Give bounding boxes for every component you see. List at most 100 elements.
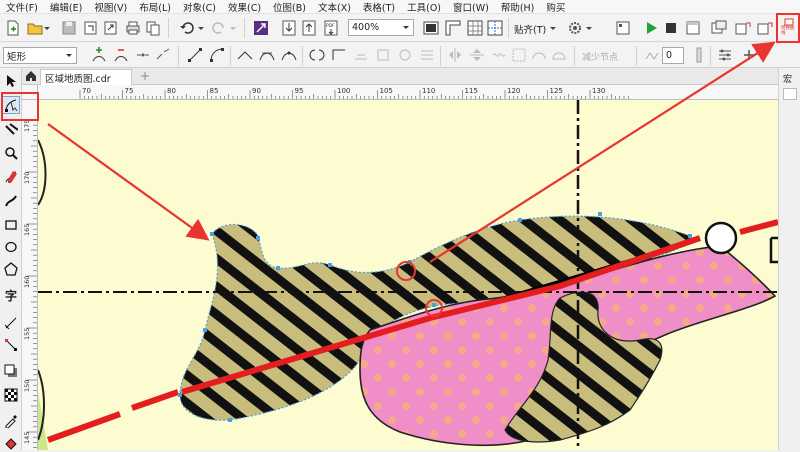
transparency-tool-icon[interactable]: [2, 386, 20, 404]
select-all-nodes-icon[interactable]: [510, 46, 528, 64]
full-screen-preview-icon[interactable]: [422, 19, 440, 37]
extract-subpath-icon[interactable]: [352, 46, 370, 64]
menu-item[interactable]: 文本(X): [318, 0, 351, 14]
smooth-node-icon[interactable]: [258, 46, 276, 64]
map-drawing[interactable]: [38, 100, 778, 450]
show-grid-icon[interactable]: [466, 19, 484, 37]
eyedropper-tool-icon[interactable]: [2, 412, 20, 430]
stop-macro-icon[interactable]: [662, 19, 680, 37]
print-icon[interactable]: [124, 19, 142, 37]
menu-item[interactable]: 窗口(W): [453, 0, 489, 14]
document-tab[interactable]: 区域地质图.cdr: [40, 69, 132, 85]
export-page-icon[interactable]: [300, 19, 318, 37]
object-type-select[interactable]: 矩形: [3, 47, 77, 64]
symmetrical-node-icon[interactable]: [280, 46, 298, 64]
window-restore-icon[interactable]: [734, 19, 752, 37]
node-smoothness-input[interactable]: 0: [662, 47, 684, 64]
shape-tool-icon[interactable]: [2, 96, 20, 114]
horizontal-ruler[interactable]: 70 75 80 85 90 95 100 105 110 115 120 125 130: [38, 85, 778, 100]
text-tool-icon[interactable]: 字: [2, 286, 20, 304]
auto-close-icon[interactable]: [550, 46, 568, 64]
add-property-icon[interactable]: [740, 46, 758, 64]
export-icon[interactable]: [102, 19, 120, 37]
ruler-origin[interactable]: [22, 85, 38, 100]
publish-pdf-icon[interactable]: PDF: [322, 19, 340, 37]
node-options-icon[interactable]: [716, 46, 734, 64]
drop-shadow-tool-icon[interactable]: [2, 362, 20, 380]
extend-curve-icon[interactable]: [330, 46, 348, 64]
rectangle-tool-icon[interactable]: [2, 216, 20, 234]
join-nodes-icon[interactable]: [134, 46, 152, 64]
show-guidelines-icon[interactable]: [486, 19, 504, 37]
close-curve-icon[interactable]: [530, 46, 548, 64]
snap-dropdown-icon[interactable]: [548, 19, 558, 37]
add-node-icon[interactable]: [90, 46, 108, 64]
align-nodes-icon[interactable]: [418, 46, 436, 64]
copy-icon[interactable]: [144, 19, 162, 37]
menu-item[interactable]: 布局(L): [139, 0, 171, 14]
stretch-nodes-icon[interactable]: [374, 46, 392, 64]
menu-item[interactable]: 编辑(E): [50, 0, 82, 14]
rotate-nodes-icon[interactable]: [396, 46, 414, 64]
import-page-icon[interactable]: [280, 19, 298, 37]
convert-to-line-icon[interactable]: [186, 46, 204, 64]
ellipse-tool-icon[interactable]: [2, 238, 20, 256]
crop-tool-icon[interactable]: [2, 120, 20, 138]
open-dropdown-icon[interactable]: [42, 19, 52, 37]
zoom-level-value: 400%: [352, 22, 380, 33]
artistic-media-tool-icon[interactable]: [2, 192, 20, 210]
docker-tab-icon[interactable]: [783, 88, 797, 100]
mirror-horizontal-icon[interactable]: [446, 46, 464, 64]
options-dropdown-icon[interactable]: [584, 19, 594, 37]
polygon-tool-icon[interactable]: [2, 260, 20, 278]
application-launcher-icon[interactable]: [614, 19, 632, 37]
undo-dropdown-icon[interactable]: [196, 19, 206, 37]
elastic-mode-icon[interactable]: [490, 46, 508, 64]
corel-connect-icon[interactable]: [252, 19, 270, 37]
reduce-nodes-button[interactable]: 减少节点: [582, 50, 618, 63]
menu-item[interactable]: 购买: [546, 0, 565, 14]
import-icon[interactable]: [82, 19, 100, 37]
window-layout-icon[interactable]: [710, 19, 728, 37]
home-icon[interactable]: [25, 70, 37, 85]
freehand-tool-icon[interactable]: [2, 168, 20, 186]
smoothness-slider-icon[interactable]: [690, 46, 708, 64]
menu-item[interactable]: 帮助(H): [501, 0, 535, 14]
break-curve-icon[interactable]: [154, 46, 172, 64]
reverse-direction-icon[interactable]: [308, 46, 326, 64]
vertical-ruler[interactable]: 175 170 165 160 155 150 145: [22, 100, 38, 450]
undo-icon[interactable]: [178, 19, 196, 37]
menu-item[interactable]: 视图(V): [94, 0, 127, 14]
redo-icon[interactable]: [210, 19, 228, 37]
menu-item[interactable]: 工具(O): [407, 0, 441, 14]
mirror-vertical-icon[interactable]: [468, 46, 486, 64]
convert-to-curves-button[interactable]: 转换曲线: [781, 17, 797, 37]
macro-editor-icon[interactable]: [684, 19, 702, 37]
run-macro-icon[interactable]: [642, 19, 660, 37]
convert-to-curve-icon[interactable]: [208, 46, 226, 64]
curve-smoothness-icon[interactable]: [644, 46, 662, 64]
pick-tool-icon[interactable]: [2, 72, 20, 90]
save-icon[interactable]: [60, 19, 78, 37]
docker-panel-label[interactable]: 宏: [783, 72, 792, 85]
menu-item[interactable]: 表格(T): [363, 0, 395, 14]
cusp-node-icon[interactable]: [236, 46, 254, 64]
snap-to-label[interactable]: 贴齐(T): [514, 22, 546, 36]
options-gear-icon[interactable]: [566, 19, 584, 37]
drawing-canvas[interactable]: [38, 100, 778, 450]
zoom-tool-icon[interactable]: [2, 144, 20, 162]
window-tile-icon[interactable]: [756, 19, 774, 37]
add-document-tab-button[interactable]: +: [138, 69, 152, 83]
delete-node-icon[interactable]: [112, 46, 130, 64]
menu-item[interactable]: 位图(B): [273, 0, 306, 14]
menu-item[interactable]: 对象(C): [183, 0, 216, 14]
connector-tool-icon[interactable]: [2, 336, 20, 354]
menu-item[interactable]: 文件(F): [6, 0, 38, 14]
show-rulers-icon[interactable]: [444, 19, 462, 37]
interactive-fill-tool-icon[interactable]: [2, 434, 20, 452]
redo-dropdown-icon[interactable]: [228, 19, 238, 37]
zoom-level-select[interactable]: 400%: [348, 19, 414, 36]
parallel-dimension-tool-icon[interactable]: [2, 314, 20, 332]
menu-item[interactable]: 效果(C): [228, 0, 261, 14]
new-document-icon[interactable]: [4, 19, 22, 37]
